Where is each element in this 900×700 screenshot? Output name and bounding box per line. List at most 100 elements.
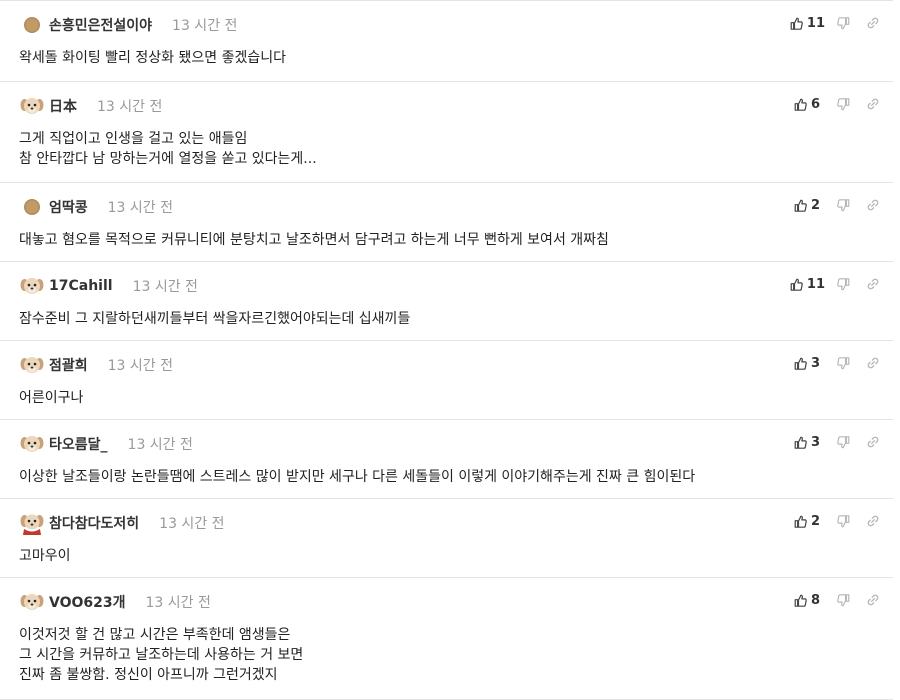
- share-link-button[interactable]: [866, 514, 880, 528]
- share-link-button[interactable]: [866, 198, 880, 212]
- like-button[interactable]: 6: [794, 97, 825, 112]
- comment-header: 점괄희 13 시간 전: [19, 352, 173, 378]
- share-link-button[interactable]: [866, 435, 880, 449]
- dislike-button[interactable]: [837, 198, 850, 212]
- share-link-button[interactable]: [866, 593, 880, 607]
- comment-author[interactable]: 17Cahill: [49, 278, 113, 294]
- thumbs-up-icon: [794, 98, 807, 111]
- comment-text-line: 왁세돌 화이팅 빨리 정상화 됐으면 좋겠습니다: [19, 50, 286, 66]
- share-link-button[interactable]: [866, 97, 880, 111]
- share-link-button[interactable]: [866, 356, 880, 370]
- dislike-button[interactable]: [837, 435, 850, 449]
- comment-body: 잠수준비 그 지랄하던새끼들부터 싹을자르긴했어야되는데 십새끼들: [19, 309, 410, 329]
- comment-author[interactable]: 참다참다도저히: [49, 513, 139, 533]
- share-link-button[interactable]: [866, 16, 880, 30]
- thumbs-up-icon: [794, 199, 807, 212]
- comment-author[interactable]: 엄딱콩: [49, 197, 88, 217]
- link-icon: [866, 593, 880, 607]
- puppy-icon[interactable]: [19, 352, 45, 378]
- comment-time: 13 시간 전: [172, 18, 238, 34]
- comment-body: 이것저것 할 건 많고 시간은 부족한데 앰생들은 그 시간을 커뮤하고 날조하는…: [19, 625, 303, 685]
- comment-author[interactable]: 타오름달_: [49, 434, 108, 454]
- puppy-icon[interactable]: [19, 93, 45, 119]
- dislike-button[interactable]: [837, 97, 850, 111]
- comment-text-line: 어른이구나: [19, 390, 84, 406]
- puppy-icon[interactable]: [19, 431, 45, 457]
- level-coin-icon[interactable]: [19, 194, 45, 220]
- link-icon: [866, 514, 880, 528]
- share-link-button[interactable]: [866, 277, 880, 291]
- dislike-button[interactable]: [837, 514, 850, 528]
- comment-time: 13 시간 전: [107, 200, 173, 216]
- link-icon: [866, 435, 880, 449]
- comment-time: 13 시간 전: [145, 595, 211, 611]
- like-count: 11: [806, 276, 825, 292]
- like-button[interactable]: 11: [790, 277, 825, 292]
- like-button[interactable]: 3: [794, 435, 825, 450]
- like-button[interactable]: 3: [794, 356, 825, 371]
- comment-text-line: 진짜 좀 불쌍함. 정신이 아프니까 그런거겠지: [19, 667, 278, 683]
- thumbs-down-icon: [837, 435, 850, 449]
- like-count: 6: [811, 96, 821, 112]
- comment-author[interactable]: 日本: [49, 96, 77, 116]
- like-count: 2: [811, 513, 821, 529]
- like-count: 8: [811, 592, 821, 608]
- dislike-button[interactable]: [837, 277, 850, 291]
- comment-text-line: 참 안타깝다 남 망하는거에 열정을 쏟고 있다는게...: [19, 151, 317, 167]
- comment-author[interactable]: 점괄희: [49, 355, 88, 375]
- comment-body: 이상한 날조들이랑 논란들땜에 스트레스 많이 받지만 세구나 다른 세돌들이 …: [19, 467, 695, 487]
- thumbs-up-icon: [794, 515, 807, 528]
- like-count: 11: [806, 15, 825, 31]
- comment-item: 日本 13 시간 전그게 직업이고 인생을 걸고 있는 애들임참 안타깝다 남 망…: [0, 82, 893, 183]
- dislike-button[interactable]: [837, 593, 850, 607]
- comment-actions: 6: [794, 95, 880, 113]
- comment-text-line: 고마우이: [19, 548, 71, 564]
- comment-body: 왁세돌 화이팅 빨리 정상화 됐으면 좋겠습니다: [19, 48, 286, 68]
- puppy-scarf-icon[interactable]: [19, 510, 45, 536]
- link-icon: [866, 277, 880, 291]
- dislike-button[interactable]: [837, 356, 850, 370]
- link-icon: [866, 356, 880, 370]
- thumbs-up-icon: [790, 278, 803, 291]
- puppy-icon[interactable]: [19, 273, 45, 299]
- like-count: 3: [811, 434, 821, 450]
- comment-item: 엄딱콩 13 시간 전 대놓고 혐오를 목적으로 커뮤니티에 분탕치고 날조하면서 …: [0, 183, 893, 262]
- link-icon: [866, 97, 880, 111]
- thumbs-down-icon: [837, 514, 850, 528]
- thumbs-down-icon: [837, 277, 850, 291]
- comment-time: 13 시간 전: [132, 279, 198, 295]
- thumbs-down-icon: [837, 16, 850, 30]
- like-button[interactable]: 8: [794, 593, 825, 608]
- comment-item: VOO623개 13 시간 전이것저것 할 건 많고 시간은 부족한데 앰생들은 그…: [0, 578, 893, 700]
- comment-item: 17Cahill 13 시간 전잠수준비 그 지랄하던새끼들부터 싹을자르긴했어야…: [0, 262, 893, 341]
- comment-text-line: 이상한 날조들이랑 논란들땜에 스트레스 많이 받지만 세구나 다른 세돌들이 …: [19, 469, 696, 485]
- like-button[interactable]: 11: [790, 16, 825, 31]
- comment-text-line: 그게 직업이고 인생을 걸고 있는 애들임: [19, 131, 248, 147]
- level-coin-icon[interactable]: [19, 12, 45, 38]
- like-count: 2: [811, 197, 821, 213]
- like-button[interactable]: 2: [794, 514, 825, 529]
- comment-author[interactable]: VOO623개: [49, 592, 126, 612]
- puppy-icon[interactable]: [19, 589, 45, 615]
- comment-actions: 8: [794, 591, 880, 609]
- comment-body: 고마우이: [19, 546, 71, 566]
- comment-author[interactable]: 손흥민은전설이야: [49, 15, 152, 35]
- comment-time: 13 시간 전: [97, 99, 163, 115]
- comment-time: 13 시간 전: [159, 516, 225, 532]
- thumbs-up-icon: [794, 594, 807, 607]
- comment-item: 타오름달_ 13 시간 전이상한 날조들이랑 논란들땜에 스트레스 많이 받지만 …: [0, 420, 893, 499]
- thumbs-down-icon: [837, 356, 850, 370]
- comment-body: 그게 직업이고 인생을 걸고 있는 애들임참 안타깝다 남 망하는거에 열정을 …: [19, 129, 317, 169]
- comment-item: 점괄희 13 시간 전어른이구나 3: [0, 341, 893, 420]
- thumbs-up-icon: [794, 357, 807, 370]
- thumbs-up-icon: [794, 436, 807, 449]
- comment-actions: 2: [794, 196, 880, 214]
- like-button[interactable]: 2: [794, 198, 825, 213]
- comment-header: VOO623개 13 시간 전: [19, 589, 211, 615]
- dislike-button[interactable]: [837, 16, 850, 30]
- comment-header: 타오름달_ 13 시간 전: [19, 431, 193, 457]
- comment-actions: 11: [790, 14, 880, 32]
- link-icon: [866, 198, 880, 212]
- comment-item: 참다참다도저히 13 시간 전고마우이 2: [0, 499, 893, 578]
- comment-text-line: 잠수준비 그 지랄하던새끼들부터 싹을자르긴했어야되는데 십새끼들: [19, 311, 411, 327]
